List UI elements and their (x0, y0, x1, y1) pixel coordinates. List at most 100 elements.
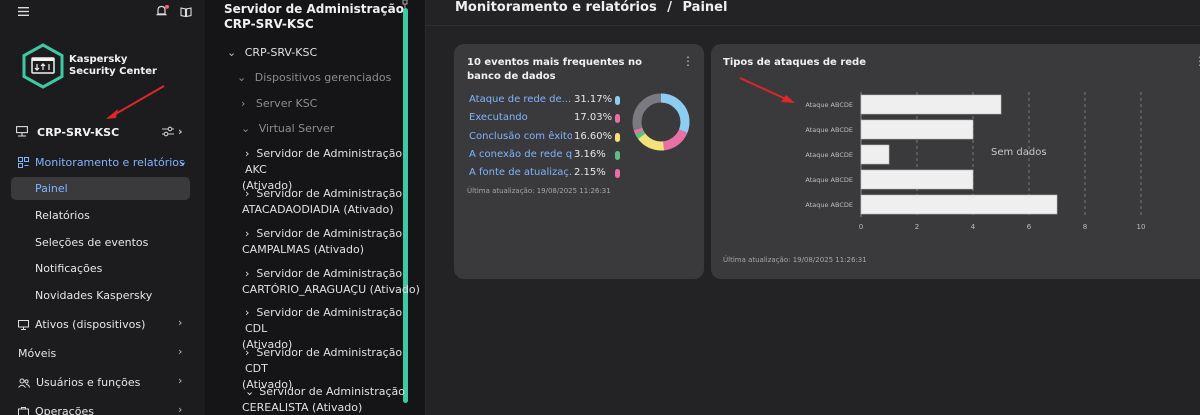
nav-monitoring[interactable]: Monitoramento e relatórios (18, 156, 185, 169)
chevron-right-icon: › (245, 267, 250, 280)
users-icon (18, 378, 30, 388)
nav-mobile[interactable]: Móveis (18, 347, 56, 360)
list-item[interactable]: A fonte de atualizaç... 2.15% (469, 167, 620, 181)
annotation-arrow-icon (739, 77, 795, 103)
more-options-icon[interactable]: ⋮ (1194, 54, 1200, 68)
chevron-down-icon: ⌄ (241, 122, 251, 135)
chevron-right-icon[interactable]: › (178, 403, 182, 415)
nav-sub-painel[interactable]: Painel (35, 182, 68, 195)
chevron-right-icon[interactable]: › (178, 345, 182, 358)
legend-swatch (615, 96, 620, 105)
tree-item[interactable]: ⌄ Servidor de Administração CEREALISTA (A… (242, 384, 405, 415)
chevron-right-icon: › (241, 97, 246, 110)
tree-panel-title: Servidor de Administração CRP-SRV-KSC (224, 2, 404, 31)
breadcrumb-section[interactable]: Monitoramento e relatórios (455, 0, 657, 15)
nav-sub-novidades[interactable]: Novidades Kaspersky (35, 289, 152, 302)
chevron-right-icon: › (245, 346, 250, 359)
tree-server-ksc[interactable]: › Server KSC (241, 96, 317, 112)
widget-title: 10 eventos mais frequentes no banco de d… (467, 57, 642, 82)
server-selector[interactable]: CRP-SRV-KSC › (16, 124, 191, 140)
group-tree-panel: Servidor de Administração CRP-SRV-KSC ⌄ … (205, 0, 426, 415)
legend-swatch (615, 151, 620, 160)
annotation-arrow-icon (106, 85, 165, 119)
tree-item[interactable]: › Servidor de Administração ATACADAODIADI… (242, 186, 402, 218)
chevron-right-icon: › (245, 147, 250, 160)
chevron-down-icon: ⌄ (227, 46, 237, 59)
notification-bell-icon[interactable] (156, 5, 169, 17)
chevron-right-icon[interactable]: › (178, 125, 183, 138)
top-toolbar (0, 3, 205, 19)
y-tick-label: Ataque ABCDE (805, 101, 853, 109)
list-item[interactable]: Conclusão com êxito 16.60% (469, 131, 620, 145)
bar[interactable] (860, 169, 974, 190)
y-tick-label: Ataque ABCDE (805, 201, 853, 209)
nav-sub-notificacoes[interactable]: Notificações (35, 262, 102, 275)
last-updated: Última atualização: 19/08/2025 11:26:31 (723, 256, 867, 264)
nav-mobile-label: Móveis (18, 347, 57, 360)
more-options-icon[interactable]: ⋮ (682, 54, 694, 68)
chevron-down-icon: ⌄ (245, 385, 255, 398)
nav-assets-label: Ativos (dispositivos) (35, 318, 146, 331)
chevron-down-icon: ⌄ (237, 71, 247, 84)
product-name: Kaspersky Security Center (69, 54, 157, 77)
bar[interactable] (860, 144, 890, 165)
x-tick-label: 6 (1027, 223, 1032, 231)
chevron-right-icon: › (245, 227, 250, 240)
legend-swatch (615, 114, 620, 123)
y-tick-label: Ataque ABCDE (805, 151, 853, 159)
nav-sub-relatorios[interactable]: Relatórios (35, 209, 90, 222)
legend-swatch (615, 169, 620, 178)
bar[interactable] (860, 94, 1002, 115)
x-tick-label: 4 (971, 223, 976, 231)
no-data-label: Sem dados (991, 147, 1047, 158)
x-tick-label: 10 (1137, 223, 1146, 231)
events-donut-chart (632, 93, 690, 151)
menu-icon[interactable] (18, 7, 29, 16)
chevron-right-icon: › (245, 306, 250, 319)
last-updated: Última atualização: 19/08/2025 11:26:31 (467, 187, 611, 195)
operations-icon (18, 406, 29, 415)
server-icon (16, 126, 28, 137)
header-divider (426, 25, 1200, 26)
settings-sliders-icon[interactable] (162, 126, 174, 137)
legend-swatch (615, 133, 620, 142)
y-tick-label: Ataque ABCDE (805, 176, 853, 184)
pin-icon[interactable] (400, 0, 410, 8)
chevron-right-icon[interactable]: › (178, 374, 182, 387)
server-label: CRP-SRV-KSC (37, 126, 120, 139)
nav-sub-selecoes[interactable]: Seleções de eventos (35, 236, 148, 249)
widget-title: Tipos de ataques de rede (723, 57, 866, 68)
nav-operations[interactable]: Operações (18, 405, 94, 415)
widget-top-events: 10 eventos mais frequentes no banco de d… (454, 44, 704, 279)
nav-users-label: Usuários e funções (36, 376, 141, 389)
tree-managed-devices[interactable]: ⌄ Dispositivos gerenciados (237, 70, 391, 86)
bar[interactable] (860, 119, 974, 140)
main-content: Monitoramento e relatórios / Painel 10 e… (426, 0, 1200, 415)
chevron-right-icon: › (245, 187, 250, 200)
breadcrumb-separator: / (667, 0, 672, 15)
monitor-icon (18, 319, 29, 330)
tree-item[interactable]: › Servidor de Administração CAMPALMAS (At… (242, 226, 402, 258)
chevron-right-icon[interactable]: › (178, 316, 182, 329)
breadcrumb: Monitoramento e relatórios / Painel (455, 0, 727, 15)
x-tick-label: 0 (859, 223, 863, 231)
x-tick-label: 2 (915, 223, 919, 231)
breadcrumb-page: Painel (682, 0, 728, 15)
y-tick-label: Ataque ABCDE (805, 126, 853, 134)
nav-users[interactable]: Usuários e funções (18, 376, 140, 389)
nav-assets[interactable]: Ativos (dispositivos) (18, 318, 145, 331)
bar[interactable] (860, 194, 1058, 215)
list-item[interactable]: A conexão de rede q... 3.16% (469, 149, 620, 163)
list-item[interactable]: Executando 17.03% (469, 112, 620, 126)
nav-operations-label: Operações (35, 405, 94, 415)
tree-item[interactable]: › Servidor de Administração CARTÓRIO_ARAG… (242, 266, 420, 298)
list-item[interactable]: Ataque de rede de... 31.17% (469, 94, 620, 108)
chevron-down-icon[interactable]: ⌄ (178, 155, 187, 168)
tree-virtual-server[interactable]: ⌄ Virtual Server (241, 121, 334, 137)
tree-root[interactable]: ⌄ CRP-SRV-KSC (227, 45, 317, 61)
dashboard-grid-icon (18, 157, 29, 168)
kaspersky-logo-icon (22, 43, 64, 89)
book-icon[interactable] (180, 7, 192, 17)
x-tick-label: 8 (1083, 223, 1087, 231)
left-navigation: Kaspersky Security Center CRP-SRV-KSC › … (0, 0, 205, 415)
